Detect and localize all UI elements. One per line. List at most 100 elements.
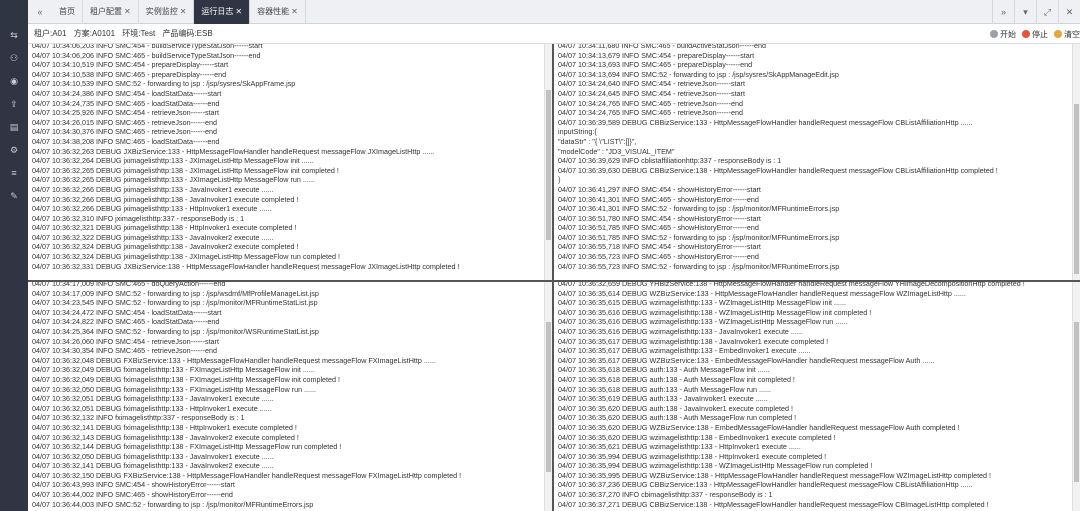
close-window-icon[interactable]: ✕ (1058, 0, 1080, 24)
log-pane-top-left[interactable]: 04/07 10:34:06,203 INFO SMC:454 - buildS… (28, 44, 552, 280)
tab-tenant-config[interactable]: 租户配置 ✕ (83, 0, 139, 24)
log-line: 04/07 10:34:06,206 INFO SMC:465 - buildS… (32, 50, 261, 60)
tab-label: 容器性能 (257, 7, 290, 16)
log-line: 04/07 10:36:43,993 INFO SMC:454 - showHi… (32, 480, 235, 490)
log-line: 04/07 10:34:24,640 INFO SMC:454 - retrie… (558, 79, 745, 89)
list-icon[interactable]: ≡ (0, 162, 28, 185)
log-line: 04/07 10:36:32,141 DEBUG fximagelisthttp… (32, 422, 297, 432)
scroll-thumb[interactable] (546, 90, 551, 240)
log-pane-bottom-right[interactable]: 04/07 10:36:32,659 DEBUG YHBizService:13… (554, 282, 1080, 511)
log-line: } (558, 175, 561, 185)
log-line: 04/07 10:36:32,050 DEBUG fximagelisthttp… (32, 451, 274, 461)
start-button[interactable]: 开始 (990, 29, 1016, 40)
gear-icon[interactable]: ⚙ (0, 139, 28, 162)
stop-button[interactable]: 停止 (1022, 29, 1048, 40)
log-pane-top-right[interactable]: 04/07 10:34:11,680 INFO SMC:465 - buildA… (554, 44, 1080, 280)
log-line: 04/07 10:36:35,616 DEBUG wzimagelisthttp… (558, 326, 803, 336)
context-bar: 租户:A01 方案:A0101 环境:Test 产品编码:ESB 开始 停止 清… (28, 24, 1080, 44)
tab-instance-monitor[interactable]: 实例监控 ✕ (139, 0, 195, 24)
log-line: 04/07 10:36:39,589 DEBUG CBBizService:13… (558, 117, 973, 127)
tab-label: 租户配置 (90, 7, 122, 16)
stop-icon (1022, 30, 1030, 38)
log-line: 04/07 10:36:35,621 DEBUG wzimagelisthttp… (558, 442, 801, 452)
upload-icon[interactable]: ⇪ (0, 93, 28, 116)
horizontal-divider[interactable] (28, 280, 1080, 282)
log-line: 04/07 10:36:35,618 DEBUG auth:138 - Auth… (558, 374, 795, 384)
log-line: 04/07 10:36:39,629 INFO cblistaffiliatio… (558, 156, 782, 166)
tab-run-log[interactable]: 运行日志 ✕ (194, 0, 251, 24)
log-line: 04/07 10:34:17,009 INFO SMC:52 - forward… (32, 288, 319, 298)
log-line: 04/07 10:36:41,297 INFO SMC:454 - showHi… (558, 184, 761, 194)
close-icon[interactable]: ✕ (235, 7, 242, 16)
log-line: 04/07 10:36:32,144 DEBUG fximagelisthttp… (32, 442, 342, 452)
log-line: 04/07 10:36:32,049 DEBUG fximagelisthttp… (32, 374, 341, 384)
log-line: inputString:{ (558, 127, 597, 137)
log-line: 04/07 10:36:32,263 DEBUG JXBizService:13… (32, 146, 435, 156)
log-line: 04/07 10:36:35,614 DEBUG WZBizService:13… (558, 288, 966, 298)
menu-icon[interactable]: ⇆ (0, 24, 28, 47)
log-line: 04/07 10:36:32,048 DEBUG FXBizService:13… (32, 355, 436, 365)
log-line: 04/07 10:36:55,718 INFO SMC:454 - showHi… (558, 242, 761, 252)
clear-icon (1054, 30, 1062, 38)
log-line: 04/07 10:36:41,301 INFO SMC:465 - showHi… (558, 194, 759, 204)
log-line: 04/07 10:36:35,994 DEBUG wzimagelisthttp… (558, 461, 873, 471)
log-line: 04/07 10:36:32,150 DEBUG FXBizService:13… (32, 470, 462, 480)
log-line: 04/07 10:36:32,049 DEBUG fximagelisthttp… (32, 365, 315, 375)
scrollbar[interactable] (1072, 44, 1080, 280)
log-line: 04/07 10:36:35,616 DEBUG wzimagelisthttp… (558, 317, 848, 327)
scrollbar[interactable] (544, 282, 552, 511)
log-line: 04/07 10:36:32,659 DEBUG YHBizService:13… (558, 282, 1025, 288)
log-line: 04/07 10:34:30,376 INFO SMC:465 - retrie… (32, 127, 217, 137)
log-line: "dataStr" : "{ \"LIST\":[]}", (558, 136, 637, 146)
log-line: 04/07 10:34:17,009 INFO SMC:465 - doQuer… (32, 282, 226, 288)
tab-menu-icon[interactable]: ▾ (1014, 0, 1036, 24)
scroll-thumb[interactable] (1074, 104, 1079, 274)
vertical-divider[interactable] (552, 44, 554, 511)
log-line: 04/07 10:34:26,015 INFO SMC:465 - retrie… (32, 117, 217, 127)
close-icon[interactable]: ✕ (124, 7, 131, 16)
log-lines: 04/07 10:36:32,659 DEBUG YHBizService:13… (558, 282, 1070, 509)
eye-icon[interactable]: ◉ (0, 70, 28, 93)
log-line: 04/07 10:36:35,616 DEBUG wzimagelisthttp… (558, 307, 872, 317)
close-icon[interactable]: ✕ (291, 7, 298, 16)
log-line: 04/07 10:36:32,266 DEBUG jximagelisthttp… (32, 204, 272, 214)
rail-top (0, 0, 28, 24)
start-icon (990, 30, 998, 38)
wrench-icon[interactable]: ✎ (0, 185, 28, 208)
scheme-label: 方案:A0101 (73, 29, 116, 38)
log-line: 04/07 10:36:32,322 DEBUG jximagelisthttp… (32, 232, 274, 242)
scroll-tabs-right-icon[interactable]: » (992, 0, 1014, 24)
share-icon[interactable]: ⚇ (0, 47, 28, 70)
scrollbar[interactable] (544, 44, 552, 280)
tab-home[interactable]: 首页 (52, 0, 83, 24)
close-icon[interactable]: ✕ (180, 7, 187, 16)
list-icon[interactable]: ▤ (0, 116, 28, 139)
log-line: 04/07 10:34:13,693 INFO SMC:465 - prepar… (558, 60, 753, 70)
log-line: 04/07 10:36:32,143 DEBUG fximagelisthttp… (32, 432, 299, 442)
log-line: 04/07 10:36:32,266 DEBUG jximagelisthttp… (32, 194, 299, 204)
log-line: 04/07 10:34:10,519 INFO SMC:454 - prepar… (32, 60, 229, 70)
log-line: 04/07 10:34:24,735 INFO SMC:465 - loadSt… (32, 98, 220, 108)
window-controls: » ▾ ⤢ ✕ (992, 0, 1080, 24)
log-line: 04/07 10:34:11,680 INFO SMC:465 - buildA… (558, 44, 767, 50)
log-line: "modelCode" : "JD3_VISUAL_ITEM" (558, 146, 675, 156)
env-label: 环境:Test (122, 29, 156, 38)
log-line: 04/07 10:36:44,002 INFO SMC:465 - showHi… (32, 490, 233, 500)
log-line: 04/07 10:36:37,270 INFO cbimagelisthttp:… (558, 490, 773, 500)
clear-button[interactable]: 清空 (1054, 29, 1080, 40)
log-pane-bottom-left[interactable]: 04/07 10:34:17,009 INFO SMC:465 - doQuer… (28, 282, 552, 511)
log-lines: 04/07 10:34:06,203 INFO SMC:454 - buildS… (32, 44, 542, 271)
log-line: 04/07 10:36:35,995 DEBUG WZBizService:13… (558, 470, 992, 480)
log-line: 04/07 10:36:41,301 INFO SMC:52 - forward… (558, 204, 840, 214)
log-line: 04/07 10:34:13,694 INFO SMC:52 - forward… (558, 69, 839, 79)
tenant-label: 租户:A01 (34, 29, 67, 38)
log-line: 04/07 10:36:35,618 DEBUG auth:133 - Auth… (558, 365, 770, 375)
scroll-tabs-left-icon[interactable]: « (30, 0, 50, 24)
scrollbar[interactable] (1072, 282, 1080, 511)
log-line: 04/07 10:34:24,645 INFO SMC:454 - retrie… (558, 88, 745, 98)
scroll-thumb[interactable] (1074, 322, 1079, 482)
scroll-thumb[interactable] (546, 322, 551, 472)
fullscreen-icon[interactable]: ⤢ (1036, 0, 1058, 24)
tab-container-performance[interactable]: 容器性能 ✕ (250, 0, 306, 24)
log-line: 04/07 10:36:44,003 INFO SMC:52 - forward… (32, 499, 314, 509)
